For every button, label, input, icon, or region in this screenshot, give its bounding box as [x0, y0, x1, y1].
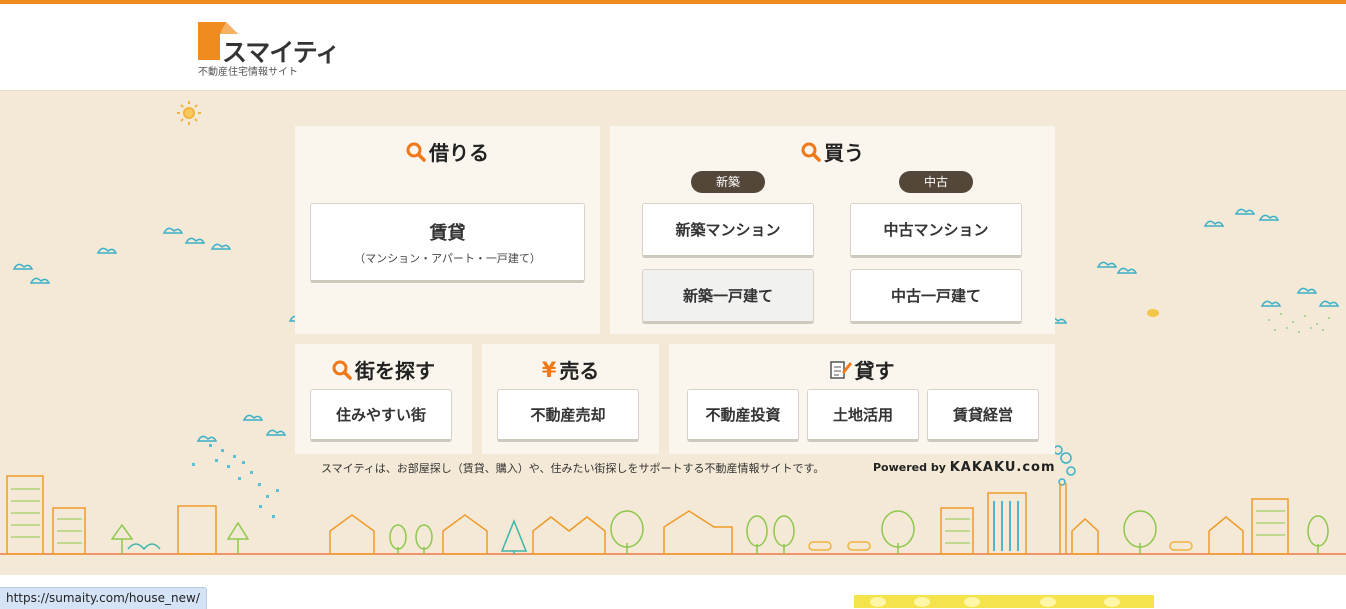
site-header: スマイティ 不動産住宅情報サイト: [0, 4, 1346, 91]
new-badge: 新築: [691, 171, 765, 193]
search-icon: [801, 142, 821, 162]
sell-panel: ¥ 売る 不動産売却: [482, 344, 659, 454]
sell-property-button[interactable]: 不動産売却: [497, 389, 639, 442]
livable-town-button[interactable]: 住みやすい街: [310, 389, 452, 442]
lend-title: 貸す: [669, 355, 1055, 385]
town-panel: 街を探す 住みやすい街: [295, 344, 472, 454]
rent-button[interactable]: 賃貸 （マンション・アパート・一戸建て）: [310, 203, 585, 283]
used-badge: 中古: [899, 171, 973, 193]
real-estate-investment-button[interactable]: 不動産投資: [687, 389, 799, 442]
ad-banner[interactable]: [854, 595, 1154, 608]
sell-title: ¥ 売る: [541, 357, 600, 384]
new-house-button[interactable]: 新築一戸建て: [642, 269, 814, 324]
rent-title: 借りる: [295, 137, 600, 167]
rent-button-sub: （マンション・アパート・一戸建て）: [354, 251, 541, 265]
site-logo[interactable]: スマイティ 不動産住宅情報サイト: [198, 19, 340, 79]
status-bar-url: https://sumaity.com/house_new/: [0, 587, 207, 609]
kakaku-logo: KAKAKU.com: [949, 460, 1056, 475]
rent-button-label: 賃貸: [429, 222, 466, 244]
town-title: 街を探す: [295, 355, 472, 385]
new-mansion-button[interactable]: 新築マンション: [642, 203, 814, 258]
rent-panel: 借りる 賃貸 （マンション・アパート・一戸建て）: [295, 126, 600, 334]
hero-area: 借りる 賃貸 （マンション・アパート・一戸建て） 買う 新築 中古 新築マンショ…: [0, 91, 1346, 575]
land-use-button[interactable]: 土地活用: [807, 389, 919, 442]
search-icon: [406, 142, 426, 162]
buy-panel: 買う 新築 中古 新築マンション 中古マンション 新築一戸建て 中古一戸建て: [610, 126, 1055, 334]
logo-subtitle: 不動産住宅情報サイト: [198, 67, 298, 78]
yen-icon: ¥: [541, 357, 557, 382]
lend-panel: 貸す 不動産投資 土地活用 賃貸経営: [669, 344, 1055, 454]
search-icon: [332, 360, 352, 380]
document-pencil-icon: [829, 360, 852, 379]
powered-by[interactable]: Powered by KAKAKU.com: [873, 460, 1056, 475]
used-mansion-button[interactable]: 中古マンション: [850, 203, 1022, 258]
used-house-button[interactable]: 中古一戸建て: [850, 269, 1022, 324]
rental-management-button[interactable]: 賃貸経営: [927, 389, 1039, 442]
buy-title: 買う: [610, 137, 1055, 167]
site-description: スマイティは、お部屋探し（賃貸、購入）や、住みたい街探しをサポートする不動産情報…: [321, 462, 825, 475]
